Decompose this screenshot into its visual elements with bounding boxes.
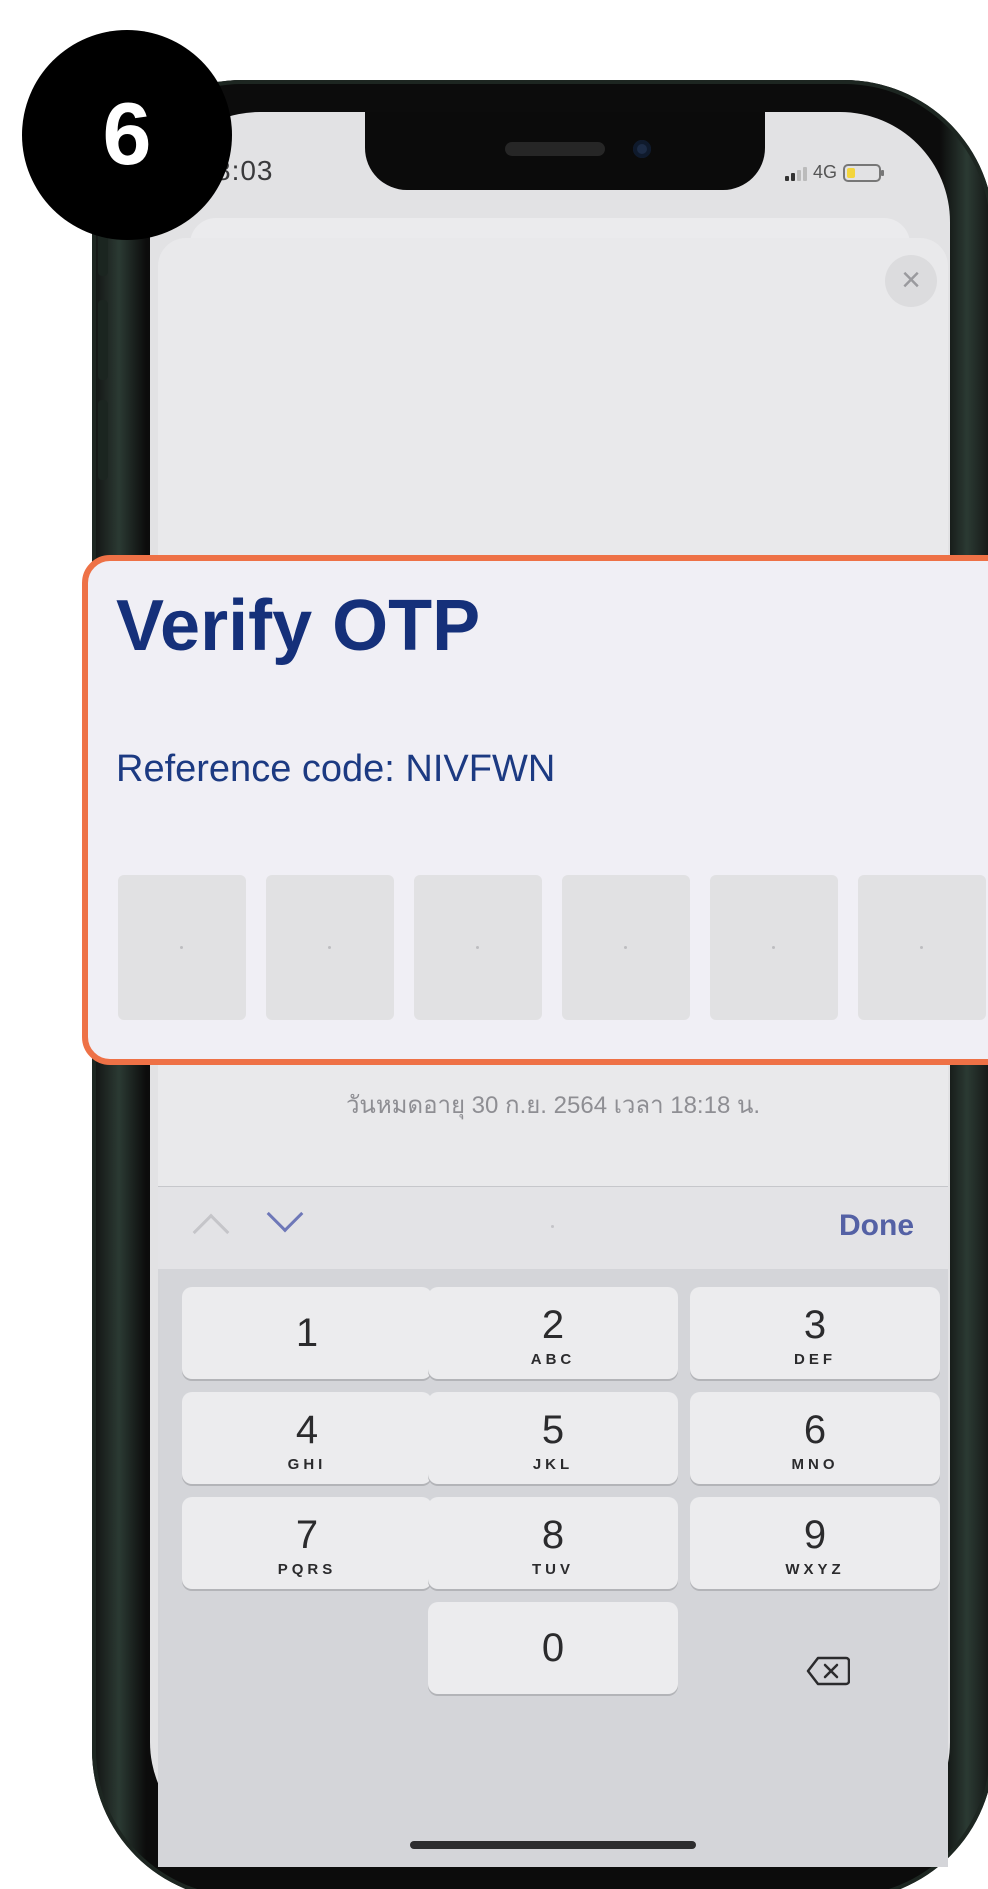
accessory-dot [551,1225,554,1228]
key-digit: 6 [803,1408,827,1452]
key-digit: 9 [803,1513,827,1557]
key-digit: 3 [803,1303,827,1347]
key-letters: MNO [791,1456,839,1473]
key-digit: 7 [295,1513,319,1557]
otp-digit-input-1[interactable] [118,875,246,1020]
reference-code: Reference code: NIVFWN [116,748,556,790]
key-8[interactable]: 8 TUV [428,1497,678,1589]
otp-expiry-text: วันหมดอายุ 30 ก.ย. 2564 เวลา 18:18 น. [345,1092,761,1119]
key-2[interactable]: 2 ABC [428,1287,678,1379]
done-button[interactable]: Done [839,1209,914,1243]
step-number-badge: 6 [22,30,232,240]
front-camera [633,140,651,158]
key-digit: 4 [295,1408,319,1452]
key-letters: GHI [287,1456,327,1473]
battery-icon [843,163,885,182]
volume-up-button [98,300,108,380]
otp-placeholder-dot [476,946,479,949]
otp-digit-input-4[interactable] [562,875,690,1020]
key-letters: JKL [532,1456,574,1473]
network-type: 4G [813,162,838,182]
previous-field-icon[interactable] [192,1213,230,1251]
key-letters: PQRS [277,1561,337,1578]
key-9[interactable]: 9 WXYZ [690,1497,940,1589]
otp-digit-input-6[interactable] [858,875,986,1020]
screenshot-stage: × 8:03 4G วันหมดอายุ 30 ก.ย. 2564 เวลา 1… [0,0,988,1889]
key-letters: DEF [794,1351,836,1368]
key-4[interactable]: 4 GHI [182,1392,432,1484]
numeric-keyboard: Done 1 2 ABC 3 DEF 4 GHI 5 JKL 6 MNO 7 PQRS 8 TUV 9 WXYZ… [158,1186,948,1867]
otp-placeholder-dot [920,946,923,949]
volume-down-button [98,400,108,480]
status-indicators: 4G [785,162,885,183]
backspace-icon[interactable] [806,1656,850,1686]
otp-placeholder-dot [624,946,627,949]
key-5[interactable]: 5 JKL [428,1392,678,1484]
key-3[interactable]: 3 DEF [690,1287,940,1379]
page-title: Verify OTP [116,586,481,666]
key-digit: 0 [541,1626,565,1670]
otp-digit-input-2[interactable] [266,875,394,1020]
otp-placeholder-dot [772,946,775,949]
key-digit: 2 [541,1303,565,1347]
next-field-icon[interactable] [266,1195,304,1233]
key-digit: 8 [541,1513,565,1557]
key-letters: TUV [532,1561,574,1578]
key-letters: WXYZ [785,1561,845,1578]
key-digit: 1 [295,1311,319,1355]
otp-digit-input-3[interactable] [414,875,542,1020]
key-digit: 5 [541,1408,565,1452]
keyboard-accessory-bar: Done [158,1187,948,1269]
key-6[interactable]: 6 MNO [690,1392,940,1484]
key-letters: ABC [530,1351,576,1368]
home-indicator[interactable] [410,1841,696,1849]
otp-digit-input-5[interactable] [710,875,838,1020]
signal-icon [785,165,807,181]
otp-placeholder-dot [180,946,183,949]
close-button[interactable]: × [885,255,937,307]
key-7[interactable]: 7 PQRS [182,1497,432,1589]
key-1[interactable]: 1 [182,1287,432,1379]
otp-placeholder-dot [328,946,331,949]
speaker-grille [505,142,605,156]
key-0[interactable]: 0 [428,1602,678,1694]
